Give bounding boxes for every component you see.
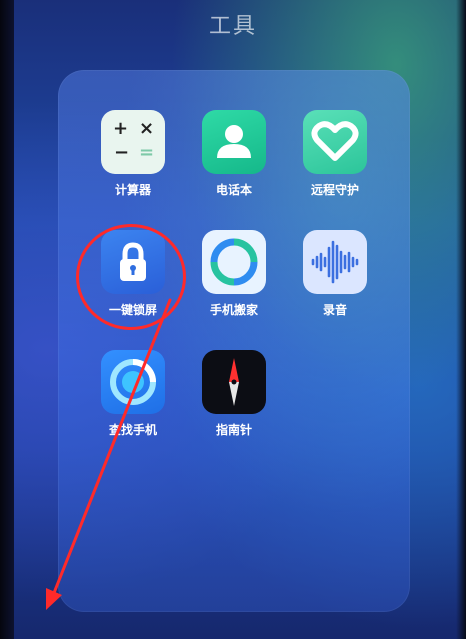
home-screen: 工具 + × − = 计算器 电话本 远程守护 一键锁屏 手机搬家 录音 查找手… — [0, 0, 466, 639]
arrow-annotation — [46, 298, 172, 610]
